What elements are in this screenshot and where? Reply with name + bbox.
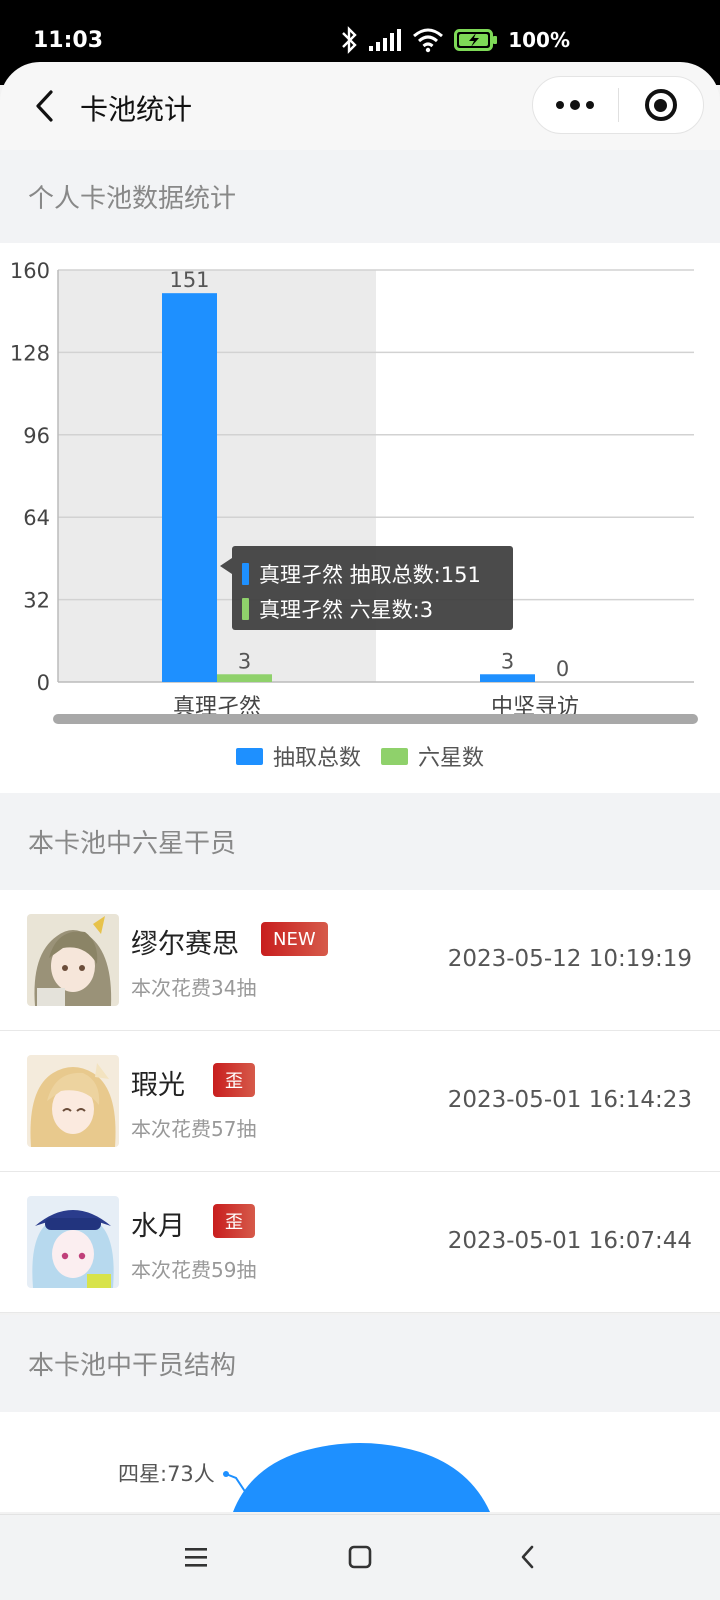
data-label: 0 (556, 657, 569, 681)
operator-name: 瑕光 (131, 1070, 185, 1101)
signal-icon (369, 29, 402, 51)
chart-bar (217, 674, 272, 682)
y-tick-label: 64 (23, 506, 50, 530)
target-icon (644, 89, 677, 121)
tooltip-row-total: 真理孑然 抽取总数:151 (242, 556, 513, 591)
page-title: 卡池统计 (80, 93, 193, 126)
chart-scrollbar[interactable] (53, 714, 698, 724)
chart-bar (162, 293, 217, 682)
status-badge: NEW (261, 922, 328, 956)
battery-icon (454, 29, 498, 51)
bluetooth-icon (342, 26, 357, 54)
tooltip-swatch-total (242, 562, 249, 585)
status-icons: 100% (340, 26, 570, 54)
operator-name: 缪尔赛思 (131, 929, 239, 960)
section-structure: 本卡池中干员结构 (0, 1315, 720, 1412)
tooltip-row-six: 真理孑然 六星数:3 (242, 591, 513, 626)
avatar (27, 914, 119, 1006)
operator-list: 缪尔赛思 NEW 本次花费34抽 2023-05-12 10:19:19 瑕光 … (0, 890, 720, 1313)
tooltip-text-six: 真理孑然 六星数:3 (259, 597, 434, 622)
status-badge: 歪 (213, 1204, 255, 1238)
operator-time: 2023-05-12 10:19:19 (447, 946, 692, 972)
operator-time: 2023-05-01 16:07:44 (447, 1228, 692, 1254)
section-personal-stats: 个人卡池数据统计 (0, 150, 720, 243)
more-button[interactable] (533, 76, 618, 134)
tooltip-swatch-six (242, 597, 249, 620)
chart-legend: 抽取总数 六星数 (0, 740, 720, 772)
bar-chart[interactable]: 0326496128160 1513真理孑然3 0中坚寻访 (0, 243, 720, 793)
back-button[interactable] (24, 84, 64, 128)
avatar (27, 1196, 119, 1288)
back-chevron-icon (521, 1545, 534, 1569)
operator-time: 2023-05-01 16:14:23 (447, 1087, 692, 1113)
data-label: 3 (238, 649, 251, 673)
avatar (27, 1055, 119, 1147)
y-tick-label: 128 (10, 341, 50, 365)
section-six-star: 本卡池中六星干员 (0, 793, 720, 890)
tooltip-text-total: 真理孑然 抽取总数:151 (259, 562, 481, 587)
operator-cost: 本次花费57抽 (131, 1117, 257, 1141)
pie-chart[interactable] (0, 1412, 720, 1512)
pie-slice-four-star[interactable] (233, 1443, 490, 1512)
nav-bar: 卡池统计 (0, 62, 720, 150)
chart-bar (480, 674, 535, 682)
y-tick-label: 32 (23, 589, 50, 613)
pie-label-line (225, 1473, 249, 1497)
chart-tooltip: 真理孑然 抽取总数:151 真理孑然 六星数:3 (220, 546, 513, 630)
menu-icon (185, 1548, 207, 1567)
data-label: 151 (169, 268, 209, 292)
y-tick-label: 96 (23, 424, 50, 448)
operator-row[interactable]: 缪尔赛思 NEW 本次花费34抽 2023-05-12 10:19:19 (0, 890, 720, 1031)
home-square-icon (348, 1545, 372, 1569)
more-dots-icon (556, 101, 565, 109)
legend-item-total[interactable]: 抽取总数 (235, 740, 361, 772)
wifi-icon (413, 28, 444, 53)
close-miniprogram-button[interactable] (619, 76, 704, 134)
battery-percent: 100% (508, 28, 570, 52)
menu-button[interactable] (166, 1535, 226, 1579)
capsule-menu (532, 76, 704, 134)
legend-item-six[interactable]: 六星数 (381, 740, 484, 772)
pie-label-four-star: 四星:73人 (118, 1462, 215, 1486)
pie-label-dot (223, 1471, 229, 1477)
operator-row[interactable]: 水月 歪 本次花费59抽 2023-05-01 16:07:44 (0, 1172, 720, 1313)
legend-label-six: 六星数 (418, 746, 485, 771)
home-button[interactable] (330, 1535, 390, 1579)
status-time: 11:03 (33, 28, 104, 53)
legend-swatch-total (235, 747, 263, 765)
pie-chart-card: 四星:73人 (0, 1412, 720, 1512)
legend-swatch-six (381, 747, 408, 765)
system-back-button[interactable] (498, 1535, 558, 1579)
chart-card: 0 32 64 96 128 160 151 3 真理孑然 3 0 中坚寻访 抽取总数 六星数 (0, 243, 720, 793)
y-tick-label: 0 (37, 671, 50, 695)
status-badge: 歪 (213, 1063, 255, 1097)
operator-cost: 本次花费34抽 (131, 976, 257, 1000)
system-nav-bar (0, 1514, 720, 1600)
operator-cost: 本次花费59抽 (131, 1258, 257, 1282)
operator-name: 水月 (131, 1211, 185, 1242)
data-label: 3 (501, 649, 514, 673)
operator-row[interactable]: 瑕光 歪 本次花费57抽 2023-05-01 16:14:23 (0, 1031, 720, 1172)
back-arrow-icon (36, 90, 53, 122)
y-tick-label: 160 (10, 259, 50, 283)
legend-label-total: 抽取总数 (272, 746, 361, 771)
